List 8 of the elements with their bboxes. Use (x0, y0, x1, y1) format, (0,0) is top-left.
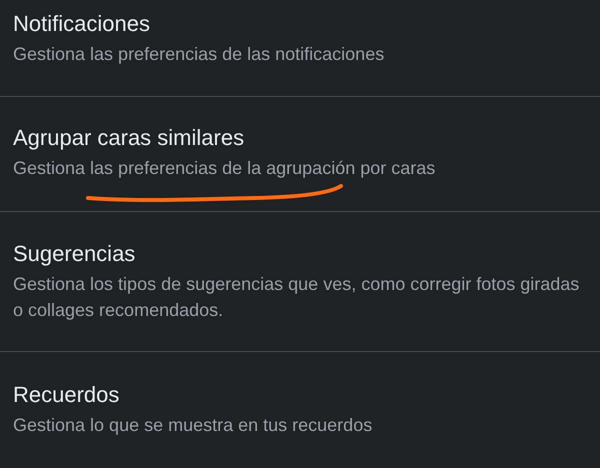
setting-description: Gestiona los tipos de sugerencias que ves, como corregir fotos giradas o collages recomendados. (13, 273, 580, 322)
setting-description: Gestiona las preferencias de las notificaciones (13, 43, 386, 66)
setting-title[interactable]: Agrupar caras similares (13, 122, 587, 154)
setting-description: Gestiona lo que se muestra en tus recuerdos (13, 414, 374, 437)
setting-title[interactable]: Sugerencias (13, 238, 587, 270)
setting-title[interactable]: Recuerdos (13, 379, 587, 411)
setting-description: Gestiona las preferencias de la agrupación por caras (13, 157, 436, 180)
setting-title[interactable]: Notificaciones (13, 8, 587, 40)
